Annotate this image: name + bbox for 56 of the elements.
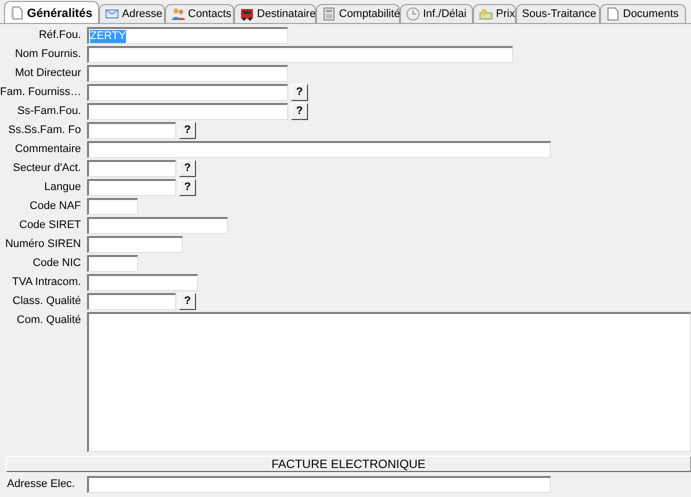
tab[interactable]: Prix xyxy=(473,4,516,23)
field-label: Nom Fournis. xyxy=(14,47,82,62)
input-field[interactable] xyxy=(87,236,183,253)
calculator-icon xyxy=(322,7,336,21)
help-button[interactable]: ? xyxy=(179,293,196,310)
field-label: Code NIC xyxy=(32,256,82,271)
people-icon xyxy=(171,7,185,21)
input-field[interactable] xyxy=(87,217,228,234)
help-button[interactable]: ? xyxy=(291,84,308,101)
field-label: Class. Qualité xyxy=(12,294,82,309)
tab[interactable]: Documents xyxy=(600,4,686,23)
tab[interactable]: Inf./Délai xyxy=(400,4,473,23)
tab[interactable]: Sous-Traitance xyxy=(516,4,600,23)
tab[interactable]: Adresse xyxy=(99,4,165,23)
input-field[interactable] xyxy=(87,476,551,493)
help-button[interactable]: ? xyxy=(179,160,196,177)
field-value: ZERTY xyxy=(90,30,126,42)
field-label: Fam. Fourniss… xyxy=(0,85,82,100)
field-label: Ss.Ss.Fam. Fo xyxy=(7,123,82,138)
field-label: Commentaire xyxy=(14,142,82,157)
envelope-icon xyxy=(105,7,119,21)
field-label: TVA Intracom. xyxy=(11,275,82,290)
help-button[interactable]: ? xyxy=(291,103,308,120)
help-button[interactable]: ? xyxy=(179,179,196,196)
input-field[interactable] xyxy=(87,255,138,272)
page-icon xyxy=(606,7,620,21)
input-field[interactable] xyxy=(87,274,198,291)
input-field[interactable] xyxy=(87,141,551,158)
field-label: Ss-Fam.Fou. xyxy=(16,104,82,119)
field-label: Adresse Elec. xyxy=(6,477,76,492)
input-field[interactable] xyxy=(87,65,288,82)
input-field[interactable] xyxy=(87,103,288,120)
field-label: Code SIRET xyxy=(18,218,82,233)
field-label: Réf.Fou. xyxy=(38,28,82,43)
input-field[interactable] xyxy=(87,293,176,310)
section-header: FACTURE ELECTRONIQUE xyxy=(6,456,691,472)
money-icon xyxy=(479,7,493,21)
help-button[interactable]: ? xyxy=(179,122,196,139)
input-field[interactable] xyxy=(87,46,513,63)
field-label: Mot Directeur xyxy=(14,66,82,81)
input-field[interactable] xyxy=(87,122,176,139)
field-label: Com. Qualité xyxy=(16,313,82,328)
tab[interactable]: Destinataire xyxy=(234,4,316,23)
field-label: Secteur d'Act. xyxy=(12,161,82,176)
tab[interactable]: Généralités xyxy=(4,1,99,23)
input-field[interactable] xyxy=(87,84,288,101)
document-icon xyxy=(10,6,24,20)
tab[interactable]: Comptabilité xyxy=(316,4,400,23)
input-field[interactable] xyxy=(87,198,138,215)
input-field[interactable] xyxy=(87,179,176,196)
field-label: Numéro SIREN xyxy=(4,237,82,252)
field-label: Code NAF xyxy=(28,199,82,214)
tab[interactable]: Contacts xyxy=(165,4,234,23)
input-field[interactable] xyxy=(87,160,176,177)
clock-icon xyxy=(406,7,420,21)
field-label: Langue xyxy=(43,180,82,195)
